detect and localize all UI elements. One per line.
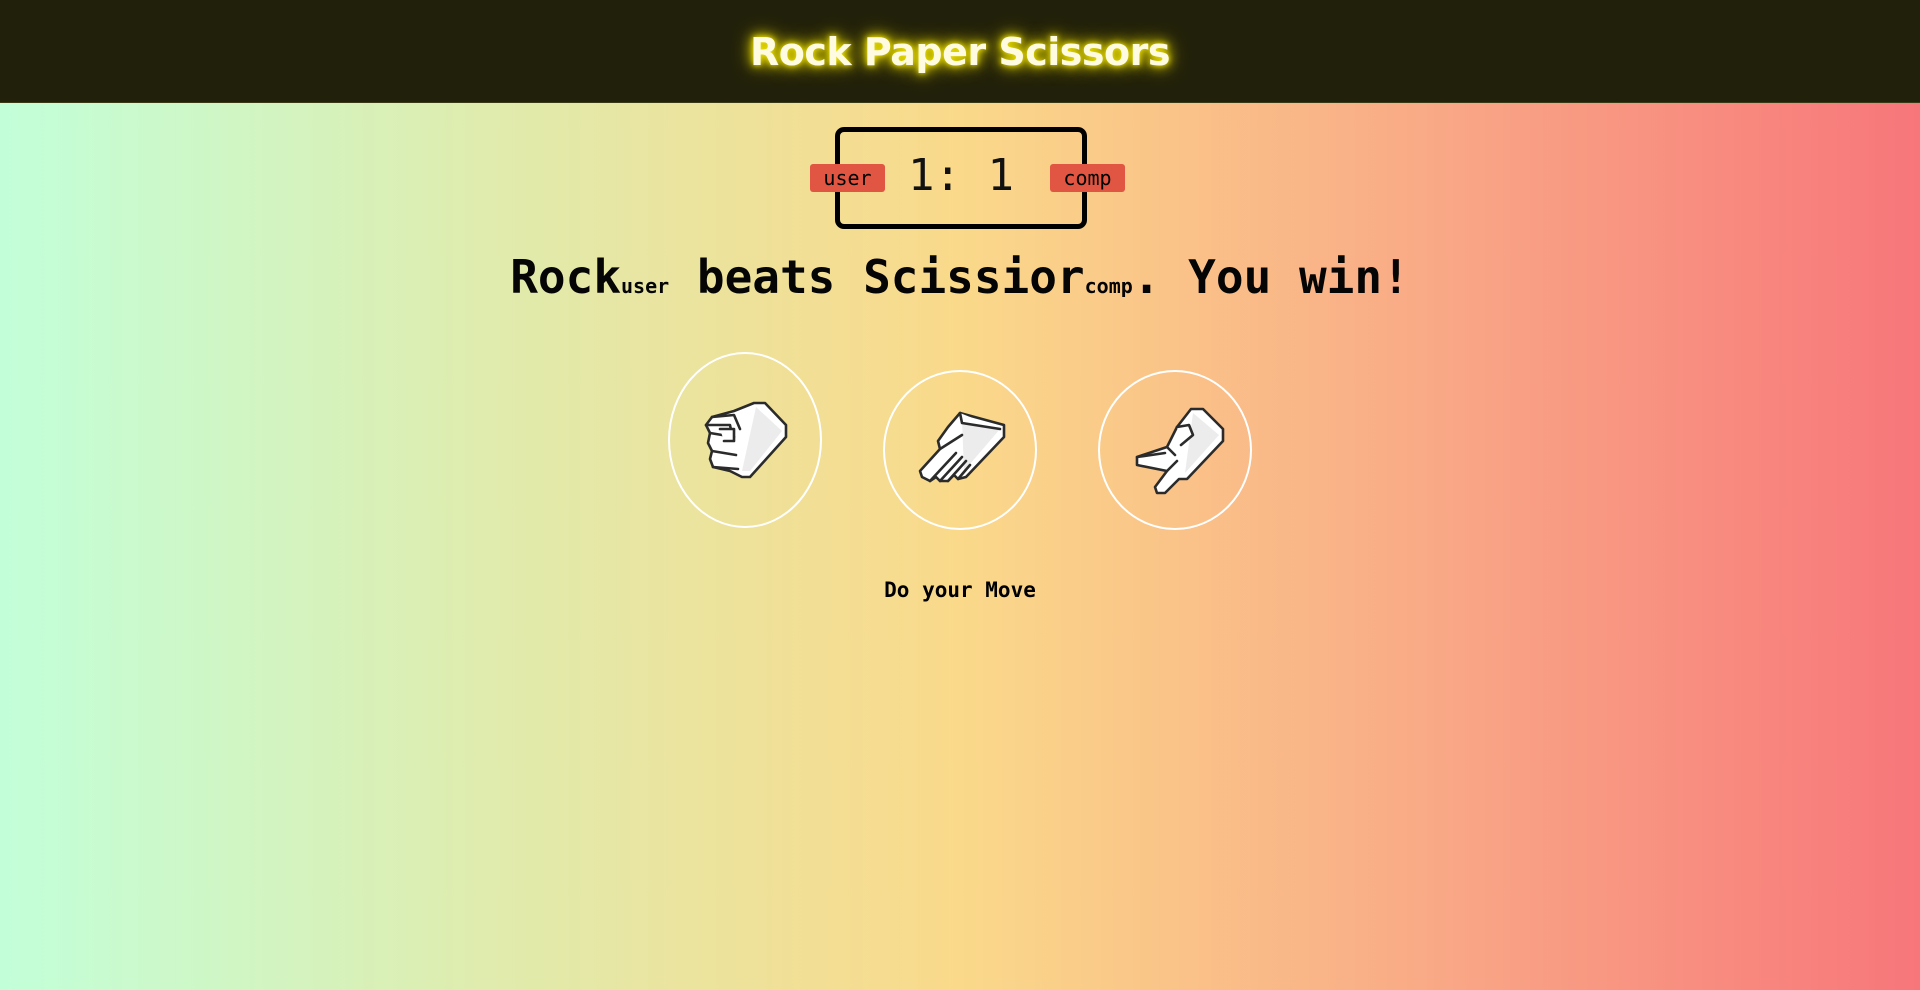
- rock-choice-button[interactable]: [668, 352, 822, 528]
- paper-choice-button[interactable]: [883, 370, 1037, 530]
- result-user-tag: user: [621, 274, 670, 298]
- scissors-choice-button[interactable]: [1098, 370, 1252, 530]
- paper-hand-icon: [918, 411, 1006, 483]
- header-bar: Rock Paper Scissors: [0, 0, 1920, 103]
- result-outcome: . You win!: [1132, 250, 1410, 304]
- result-user-choice: Rock: [510, 250, 622, 304]
- scissors-hand-icon: [1135, 407, 1225, 495]
- result-comp-tag: comp: [1084, 274, 1133, 298]
- move-prompt: Do your Move: [884, 578, 1036, 602]
- result-message: Rockuser beats Scissiorcomp. You win!: [0, 250, 1920, 304]
- comp-score-badge: comp: [1050, 164, 1125, 192]
- rock-hand-icon: [704, 401, 788, 479]
- result-verb: beats: [669, 250, 864, 304]
- result-comp-choice: Scissior: [863, 250, 1085, 304]
- page-title: Rock Paper Scissors: [750, 30, 1170, 74]
- user-score-badge: user: [810, 164, 885, 192]
